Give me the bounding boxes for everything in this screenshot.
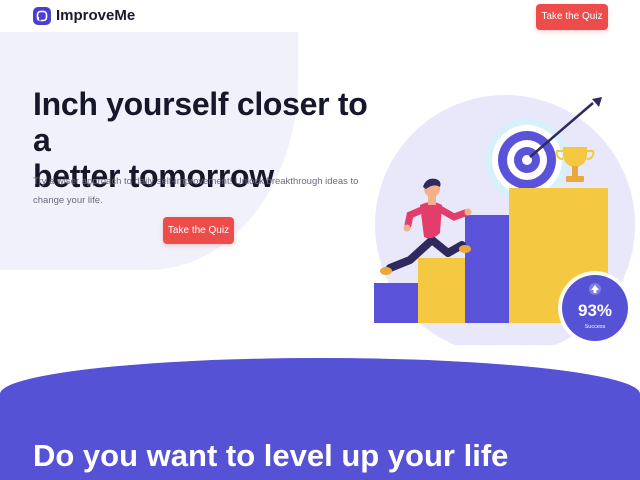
section-title: Do you want to level up your life [33, 438, 509, 473]
hero-quiz-button[interactable]: Take the Quiz [163, 217, 234, 244]
level-up-section: Do you want to level up your life [0, 358, 640, 480]
hero-title-line-1: Inch yourself closer to a [33, 86, 368, 158]
brand-logo-icon[interactable] [33, 7, 51, 25]
site-header: ImproveMe Take the Quiz [0, 0, 640, 32]
badge-label: Success [585, 324, 606, 330]
header-quiz-button[interactable]: Take the Quiz [536, 4, 608, 30]
success-badge: 93% Success [558, 271, 632, 345]
hero-subtitle: Try a wiser approach to daily self-impro… [33, 176, 359, 206]
badge-value: 93% [578, 301, 612, 320]
growth-illustration: 93% Success [374, 95, 635, 345]
brand-name[interactable]: ImproveMe [56, 7, 135, 25]
